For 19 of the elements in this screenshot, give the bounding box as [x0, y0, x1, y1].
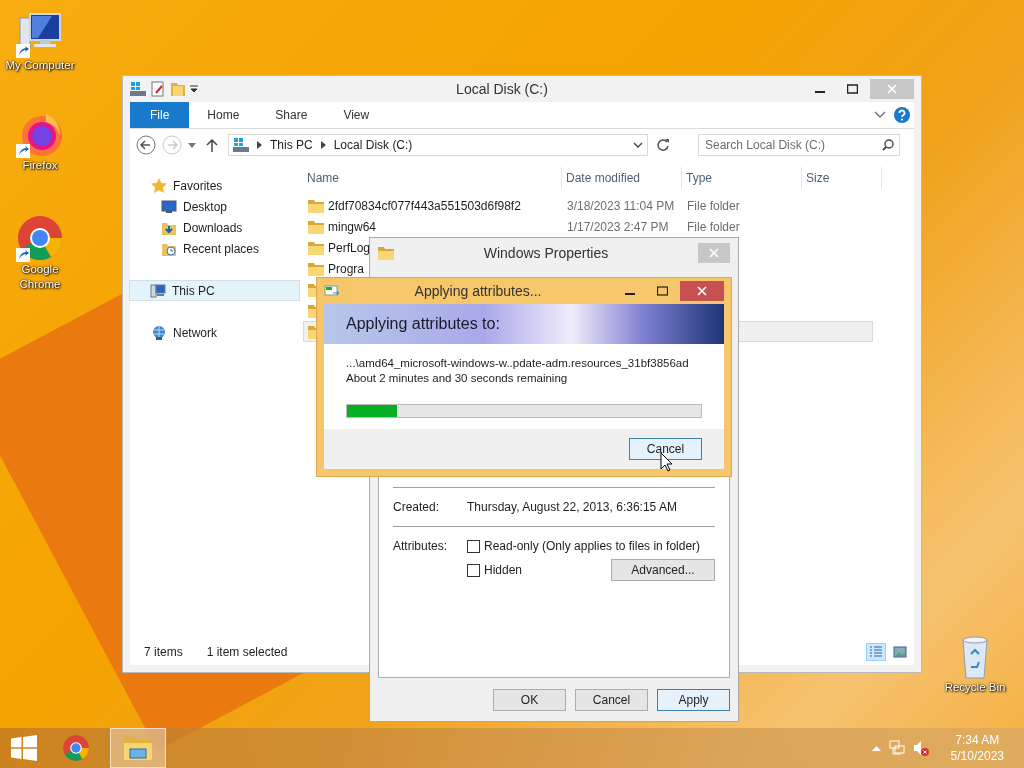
file-type: File folder — [687, 198, 740, 213]
dialog-title: Applying attributes... — [413, 283, 543, 299]
dialog-title: Windows Properties — [482, 245, 610, 261]
time-remaining: About 2 minutes and 30 seconds remaining — [346, 371, 569, 386]
file-path: ...\amd64_microsoft-windows-w..pdate-adm.resources_31bf3856ad — [346, 356, 690, 371]
file-type: File folder — [687, 219, 740, 234]
selection-count: 1 item selected — [206, 645, 288, 659]
file-name: Progra — [328, 261, 365, 276]
file-name: 2fdf70834cf077f443a551503d6f98f2 — [328, 198, 521, 213]
attributes-label: Attributes: — [393, 539, 449, 555]
window-title: Local Disk (C:) — [455, 81, 549, 97]
created-value: Thursday, August 22, 2013, 6:36:15 AM — [467, 500, 678, 514]
file-name: mingw64 — [328, 219, 377, 234]
date-modified: 3/18/2023 11:04 PM — [567, 198, 675, 213]
progress-heading: Applying attributes to: — [346, 315, 500, 333]
file-name: PerfLog — [328, 240, 371, 255]
item-count: 7 items — [144, 645, 183, 659]
date-modified: 1/17/2023 2:47 PM — [567, 219, 669, 234]
created-label: Created: — [393, 500, 441, 514]
